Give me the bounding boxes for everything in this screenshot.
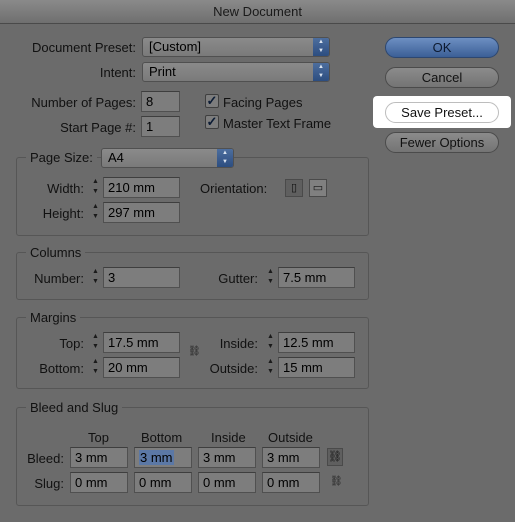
- col-inside-label: Inside: [211, 430, 246, 445]
- window-title: New Document: [0, 0, 515, 24]
- margin-outside-stepper[interactable]: ▲ ▼: [265, 357, 276, 378]
- start-page-field[interactable]: 1: [141, 116, 180, 137]
- checkmark-icon: ✓: [206, 114, 218, 129]
- orientation-label: Orientation:: [200, 181, 268, 196]
- facing-pages-checkbox[interactable]: ✓: [205, 94, 219, 108]
- bleed-bottom-field[interactable]: 3 mm: [134, 447, 192, 468]
- preset-select[interactable]: [Custom] ▲ ▼: [142, 37, 330, 57]
- ok-button[interactable]: OK: [385, 37, 499, 58]
- popup-arrows-icon: ▲ ▼: [217, 149, 233, 167]
- slug-bottom-field[interactable]: 0 mm: [134, 472, 192, 493]
- bleed-inside-field[interactable]: 3 mm: [198, 447, 256, 468]
- bleed-top-field[interactable]: 3 mm: [70, 447, 128, 468]
- page-size-select[interactable]: A4 ▲ ▼: [101, 148, 234, 168]
- popup-arrows-icon: ▲ ▼: [313, 63, 329, 81]
- height-stepper[interactable]: ▲ ▼: [90, 202, 101, 223]
- preset-label: Document Preset:: [31, 40, 136, 55]
- columns-number-stepper[interactable]: ▲ ▼: [90, 267, 101, 288]
- columns-title: Columns: [26, 245, 86, 260]
- slug-outside-field[interactable]: 0 mm: [262, 472, 320, 493]
- start-page-label: Start Page #:: [60, 120, 136, 135]
- margins-title: Margins: [26, 310, 81, 325]
- margin-bottom-stepper[interactable]: ▲ ▼: [90, 357, 101, 378]
- slug-chain-link-icon[interactable]: ⛓: [330, 474, 343, 490]
- slug-label: Slug:: [34, 476, 64, 491]
- master-text-frame-checkbox[interactable]: ✓: [205, 115, 219, 129]
- page-size-label: Page Size:: [26, 150, 97, 165]
- margin-inside-field[interactable]: 12.5 mm: [278, 332, 355, 353]
- margin-bottom-field[interactable]: 20 mm: [103, 357, 180, 378]
- height-label: Height:: [42, 206, 84, 221]
- page-count-label: Number of Pages:: [31, 95, 136, 110]
- slug-inside-field[interactable]: 0 mm: [198, 472, 256, 493]
- intent-select[interactable]: Print ▲ ▼: [142, 62, 330, 82]
- gutter-stepper[interactable]: ▲ ▼: [265, 267, 276, 288]
- bleed-chain-link-icon[interactable]: ⛓: [327, 448, 343, 466]
- gutter-label: Gutter:: [218, 271, 258, 286]
- save-preset-button[interactable]: Save Preset...: [385, 102, 499, 123]
- bleed-label: Bleed:: [27, 451, 64, 466]
- preset-value: [Custom]: [149, 39, 202, 54]
- col-outside-label: Outside: [268, 430, 313, 445]
- col-bottom-label: Bottom: [141, 430, 183, 445]
- margin-bottom-label: Bottom:: [39, 361, 84, 376]
- page-count-field[interactable]: 8: [141, 91, 180, 112]
- page-size-value: A4: [108, 150, 124, 165]
- col-top-label: Top: [88, 430, 109, 445]
- columns-number-field[interactable]: 3: [103, 267, 180, 288]
- margin-inside-stepper[interactable]: ▲ ▼: [265, 332, 276, 353]
- chain-link-icon[interactable]: ⛓: [188, 344, 201, 360]
- intent-value: Print: [149, 64, 176, 79]
- margin-top-stepper[interactable]: ▲ ▼: [90, 332, 101, 353]
- portrait-icon[interactable]: ▯: [285, 179, 303, 197]
- landscape-icon[interactable]: ▭: [309, 179, 327, 197]
- bleed-bottom-selection: 3 mm: [139, 450, 174, 465]
- width-field[interactable]: 210 mm: [103, 177, 180, 198]
- columns-number-label: Number:: [34, 271, 84, 286]
- margin-outside-label: Outside:: [209, 361, 258, 376]
- slug-top-field[interactable]: 0 mm: [70, 472, 128, 493]
- facing-pages-label: Facing Pages: [223, 95, 303, 110]
- margin-top-label: Top:: [59, 336, 84, 351]
- popup-arrows-icon: ▲ ▼: [313, 38, 329, 56]
- margin-top-field[interactable]: 17.5 mm: [103, 332, 180, 353]
- width-label: Width:: [47, 181, 84, 196]
- margin-outside-field[interactable]: 15 mm: [278, 357, 355, 378]
- master-text-frame-label: Master Text Frame: [223, 116, 332, 131]
- intent-label: Intent:: [99, 65, 136, 80]
- cancel-button[interactable]: Cancel: [385, 67, 499, 88]
- margin-inside-label: Inside:: [219, 336, 258, 351]
- width-stepper[interactable]: ▲ ▼: [90, 177, 101, 198]
- height-field[interactable]: 297 mm: [103, 202, 180, 223]
- gutter-field[interactable]: 7.5 mm: [278, 267, 355, 288]
- bleed-slug-title: Bleed and Slug: [26, 400, 123, 415]
- checkmark-icon: ✓: [206, 93, 218, 108]
- fewer-options-button[interactable]: Fewer Options: [385, 132, 499, 153]
- bleed-outside-field[interactable]: 3 mm: [262, 447, 320, 468]
